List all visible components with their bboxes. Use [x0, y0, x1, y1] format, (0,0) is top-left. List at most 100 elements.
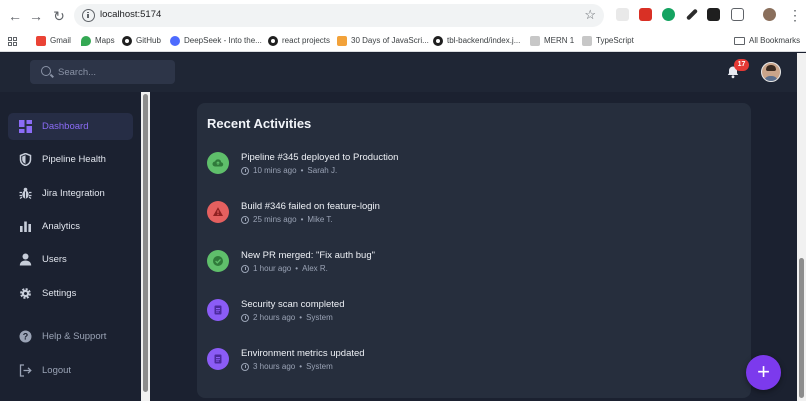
- eyedropper-icon[interactable]: [685, 8, 699, 21]
- p-icon: [530, 36, 540, 46]
- github-icon: [268, 36, 278, 46]
- chrome-menu-icon[interactable]: ⋮: [788, 6, 802, 24]
- gear-icon: [20, 288, 31, 299]
- bookmark-mern[interactable]: MERN 1: [530, 34, 574, 48]
- bookmark-star-icon[interactable]: ☆: [584, 7, 596, 23]
- activity-user: System: [306, 313, 333, 322]
- list-item[interactable]: New PR merged: "Fix auth bug" 1 hour ago…: [207, 250, 727, 290]
- recent-activities-card: Recent Activities Pipeline #345 deployed…: [197, 103, 751, 398]
- extension-1-icon[interactable]: [616, 8, 629, 21]
- dashboard-icon: [19, 120, 32, 133]
- add-fab-button[interactable]: +: [746, 355, 781, 390]
- notification-badge: 17: [734, 59, 749, 71]
- bookmark-deepseek[interactable]: DeepSeek - Into the...: [170, 34, 262, 48]
- help-circle-icon: ?: [19, 330, 32, 343]
- bookmark-label: DeepSeek - Into the...: [184, 36, 262, 45]
- activity-user: System: [306, 362, 333, 371]
- bookmark-30-days[interactable]: 30 Days of JavaScri...: [337, 34, 429, 48]
- activity-title: Environment metrics updated: [241, 348, 365, 359]
- activity-meta: 1 hour ago • Alex R.: [241, 264, 328, 273]
- sidebar-item-label: Logout: [42, 365, 72, 376]
- sidebar-item-help-support[interactable]: ? Help & Support: [8, 323, 133, 350]
- clock-icon: [241, 264, 249, 273]
- thirty-days-icon: [337, 36, 347, 46]
- deepseek-icon: [170, 36, 180, 46]
- activity-time: 10 mins ago: [253, 166, 297, 175]
- clipboard-icon: [207, 299, 229, 321]
- bookmark-label: tbl-backend/index.j...: [447, 36, 521, 45]
- maps-icon: [81, 36, 91, 46]
- forward-icon[interactable]: →: [27, 7, 45, 25]
- browser-chrome: ← → ↻ localhost:5174 ☆ ⋮ Gmail Maps GitH…: [0, 0, 806, 52]
- activity-user: Alex R.: [302, 264, 328, 273]
- all-bookmarks[interactable]: All Bookmarks: [734, 34, 800, 48]
- page-scrollbar[interactable]: [797, 53, 806, 401]
- extensions-puzzle-icon[interactable]: [731, 8, 744, 21]
- extension-f-icon[interactable]: [707, 8, 720, 21]
- bookmark-label: Maps: [95, 36, 115, 45]
- list-item[interactable]: Environment metrics updated 3 hours ago …: [207, 348, 727, 388]
- sidebar-item-jira-integration[interactable]: Jira Integration: [8, 180, 133, 207]
- bookmarks-bar: Gmail Maps GitHub DeepSeek - Into the...…: [0, 31, 806, 51]
- sidebar-item-label: Pipeline Health: [42, 154, 106, 165]
- site-info-icon[interactable]: [82, 9, 95, 22]
- search-input[interactable]: [58, 64, 168, 80]
- search-icon: [41, 66, 51, 76]
- user-icon: [19, 253, 32, 266]
- reload-icon[interactable]: ↻: [50, 7, 68, 25]
- activity-title: Security scan completed: [241, 299, 345, 310]
- avatar[interactable]: [761, 62, 781, 82]
- shield-icon: [19, 153, 32, 166]
- bookmark-label: react projects: [282, 36, 331, 45]
- bookmark-maps[interactable]: Maps: [81, 34, 115, 48]
- profile-avatar-icon[interactable]: [763, 8, 776, 21]
- activity-time: 2 hours ago: [253, 313, 296, 322]
- bookmark-github[interactable]: GitHub: [122, 34, 161, 48]
- apps-grid-icon[interactable]: [8, 34, 17, 48]
- sidebar-item-settings[interactable]: Settings: [8, 280, 133, 307]
- address-bar[interactable]: localhost:5174 ☆: [74, 4, 604, 27]
- list-item[interactable]: Pipeline #345 deployed to Production 10 …: [207, 152, 727, 192]
- page-scrollbar-thumb[interactable]: [799, 258, 804, 398]
- card-title: Recent Activities: [207, 116, 312, 131]
- clock-icon: [241, 215, 249, 224]
- clock-icon: [241, 166, 249, 175]
- folder-icon: [734, 37, 745, 45]
- sidebar-item-label: Settings: [42, 288, 77, 299]
- sidebar-item-label: Users: [42, 254, 67, 265]
- back-icon[interactable]: ←: [6, 7, 24, 25]
- bookmark-label: TypeScript: [596, 36, 634, 45]
- clock-icon: [241, 362, 249, 371]
- activity-time: 3 hours ago: [253, 362, 296, 371]
- clock-icon: [241, 313, 249, 322]
- activity-title: Pipeline #345 deployed to Production: [241, 152, 399, 163]
- bookmark-gmail[interactable]: Gmail: [36, 34, 71, 48]
- sidebar-item-logout[interactable]: Logout: [8, 357, 133, 384]
- sidebar-scrollbar[interactable]: [141, 92, 150, 401]
- github-icon: [122, 36, 132, 46]
- bookmark-react-projects[interactable]: react projects: [268, 34, 330, 48]
- sidebar-item-analytics[interactable]: Analytics: [8, 213, 133, 240]
- clipboard-icon: [207, 348, 229, 370]
- bookmark-label: MERN 1: [544, 36, 575, 45]
- sidebar-item-pipeline-health[interactable]: Pipeline Health: [8, 146, 133, 173]
- grammarly-icon[interactable]: [662, 8, 675, 21]
- sidebar-item-dashboard[interactable]: Dashboard: [8, 113, 133, 140]
- bookmark-typescript[interactable]: TypeScript: [582, 34, 634, 48]
- search-box[interactable]: [30, 60, 175, 84]
- extension-2-icon[interactable]: [639, 8, 652, 21]
- sidebar-item-label: Analytics: [42, 221, 81, 232]
- bug-icon: [19, 187, 32, 199]
- p-icon: [582, 36, 592, 46]
- activity-meta: 2 hours ago • System: [241, 313, 333, 322]
- sidebar-item-label: Jira Integration: [42, 188, 105, 199]
- list-item[interactable]: Build #346 failed on feature-login 25 mi…: [207, 201, 727, 241]
- sidebar-scrollbar-thumb[interactable]: [143, 94, 148, 392]
- activity-user: Sarah J.: [307, 166, 338, 175]
- list-item[interactable]: Security scan completed 2 hours ago • Sy…: [207, 299, 727, 339]
- sidebar-item-users[interactable]: Users: [8, 246, 133, 273]
- activity-user: Mike T.: [307, 215, 333, 224]
- bookmark-tbl-backend[interactable]: tbl-backend/index.j...: [433, 34, 520, 48]
- activity-time: 1 hour ago: [253, 264, 292, 273]
- sidebar-item-label: Dashboard: [42, 121, 89, 132]
